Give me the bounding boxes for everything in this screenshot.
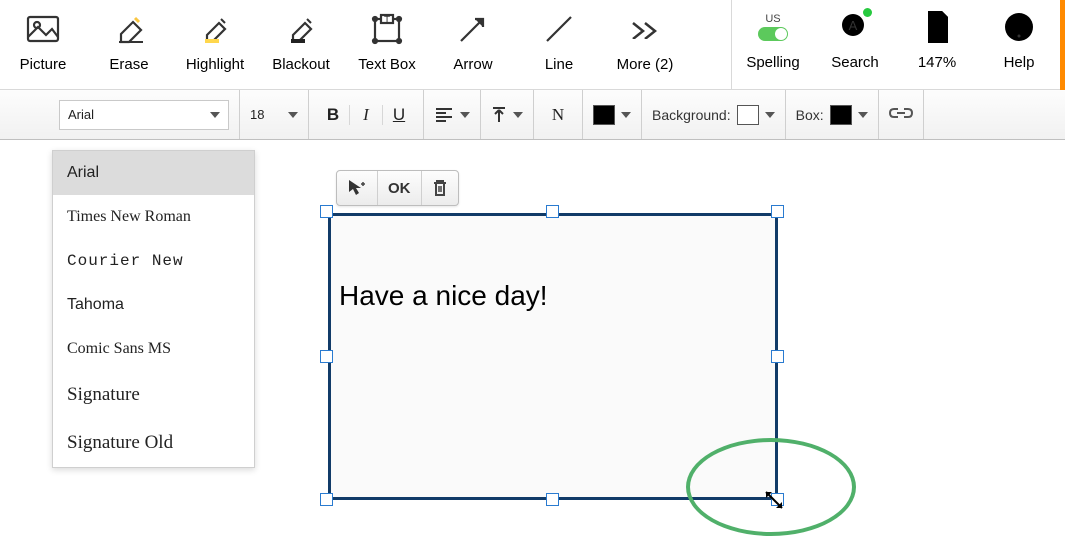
help-icon <box>1000 6 1038 48</box>
italic-button[interactable]: I <box>352 105 380 125</box>
background-color-dropdown[interactable] <box>737 105 775 125</box>
zoom-icon <box>918 6 956 48</box>
font-option-signature-old[interactable]: Signature Old <box>53 419 254 467</box>
caret-down-icon <box>513 112 523 118</box>
spelling-label: Spelling <box>746 54 799 71</box>
highlight-button[interactable]: Highlight <box>172 0 258 73</box>
arrow-label: Arrow <box>453 56 492 73</box>
link-icon <box>889 106 913 120</box>
line-button[interactable]: Line <box>516 0 602 73</box>
caret-down-icon <box>621 112 631 118</box>
font-option-courier[interactable]: Courier New <box>53 239 254 283</box>
format-toolbar: Arial 18 B I U N Back <box>0 90 1065 140</box>
caret-down-icon <box>210 112 220 118</box>
ok-button[interactable]: OK <box>378 171 422 205</box>
caret-down-icon <box>858 112 868 118</box>
resize-handle-bottom-mid[interactable] <box>546 493 559 506</box>
more-label: More (2) <box>617 56 674 73</box>
picture-button[interactable]: Picture <box>0 0 86 73</box>
help-button[interactable]: Help <box>978 0 1060 90</box>
svg-text:A: A <box>849 18 858 33</box>
resize-handle-mid-left[interactable] <box>320 350 333 363</box>
delete-button[interactable] <box>422 171 458 205</box>
line-icon <box>540 10 578 48</box>
caret-down-icon <box>288 112 298 118</box>
search-label: Search <box>831 54 879 71</box>
box-color-dropdown[interactable] <box>830 105 868 125</box>
font-dropdown-list[interactable]: Arial Times New Roman Courier New Tahoma… <box>52 150 255 468</box>
textbox-button[interactable]: T Text Box <box>344 0 430 73</box>
link-button[interactable] <box>889 106 913 123</box>
valign-dropdown[interactable] <box>491 106 523 124</box>
trash-icon <box>432 179 448 197</box>
resize-handle-top-mid[interactable] <box>546 205 559 218</box>
textbox-label: Text Box <box>358 56 416 73</box>
more-button[interactable]: More (2) <box>602 0 688 73</box>
font-select-value: Arial <box>68 107 94 122</box>
box-color-label: Box: <box>796 107 824 123</box>
svg-text:T: T <box>384 15 390 26</box>
textbox-icon: T <box>368 10 406 48</box>
resize-handle-top-right[interactable] <box>771 205 784 218</box>
font-option-arial[interactable]: Arial <box>53 151 254 195</box>
font-option-tahoma[interactable]: Tahoma <box>53 283 254 327</box>
box-color-swatch <box>830 105 852 125</box>
resize-handle-top-left[interactable] <box>320 205 333 218</box>
text-color-swatch <box>593 105 615 125</box>
blackout-icon <box>282 10 320 48</box>
zoom-button[interactable]: 147% <box>896 0 978 90</box>
erase-label: Erase <box>109 56 148 73</box>
highlight-label: Highlight <box>186 56 244 73</box>
align-dropdown[interactable] <box>434 107 470 123</box>
picture-icon <box>24 10 62 48</box>
resize-handle-bottom-left[interactable] <box>320 493 333 506</box>
editable-textbox[interactable]: Have a nice day! <box>328 213 778 500</box>
underline-button[interactable]: U <box>385 105 413 125</box>
erase-icon <box>110 10 148 48</box>
font-select[interactable]: Arial <box>59 100 229 130</box>
picture-label: Picture <box>20 56 67 73</box>
more-icon <box>626 10 664 48</box>
search-icon: A <box>836 6 874 48</box>
highlight-icon <box>196 10 234 48</box>
blackout-button[interactable]: Blackout <box>258 0 344 73</box>
spelling-button[interactable]: US Spelling <box>732 0 814 90</box>
move-handle-button[interactable] <box>337 171 378 205</box>
caret-down-icon <box>765 112 775 118</box>
search-button[interactable]: A Search <box>814 0 896 90</box>
arrow-button[interactable]: Arrow <box>430 0 516 73</box>
zoom-label: 147% <box>918 54 956 71</box>
resize-handle-mid-right[interactable] <box>771 350 784 363</box>
align-left-icon <box>434 107 454 123</box>
separator <box>382 105 383 125</box>
normal-style-button[interactable]: N <box>544 105 572 125</box>
main-toolbar: Picture Erase Highlight Blackout T Text … <box>0 0 1065 90</box>
text-color-dropdown[interactable] <box>593 105 631 125</box>
bold-button[interactable]: B <box>319 105 347 125</box>
blackout-label: Blackout <box>272 56 330 73</box>
arrow-icon <box>454 10 492 48</box>
spelling-icon: US <box>754 6 792 48</box>
font-option-times[interactable]: Times New Roman <box>53 195 254 239</box>
resize-cursor-icon <box>762 488 786 515</box>
font-size-value: 18 <box>250 107 264 122</box>
orange-accent-bar <box>1060 0 1065 90</box>
move-cursor-icon <box>347 178 367 198</box>
background-color-label: Background: <box>652 107 731 123</box>
help-label: Help <box>1004 54 1035 71</box>
background-color-swatch <box>737 105 759 125</box>
right-toolbar: US Spelling A Search 147% Help <box>731 0 1065 90</box>
line-label: Line <box>545 56 573 73</box>
caret-down-icon <box>460 112 470 118</box>
font-option-comic[interactable]: Comic Sans MS <box>53 327 254 371</box>
separator <box>349 105 350 125</box>
font-size-select[interactable]: 18 <box>250 100 298 130</box>
align-top-icon <box>491 106 507 124</box>
erase-button[interactable]: Erase <box>86 0 172 73</box>
spelling-toggle[interactable] <box>758 27 788 41</box>
textbox-float-toolbar: OK <box>336 170 459 206</box>
font-option-signature[interactable]: Signature <box>53 371 254 419</box>
textbox-content[interactable]: Have a nice day! <box>331 216 775 320</box>
